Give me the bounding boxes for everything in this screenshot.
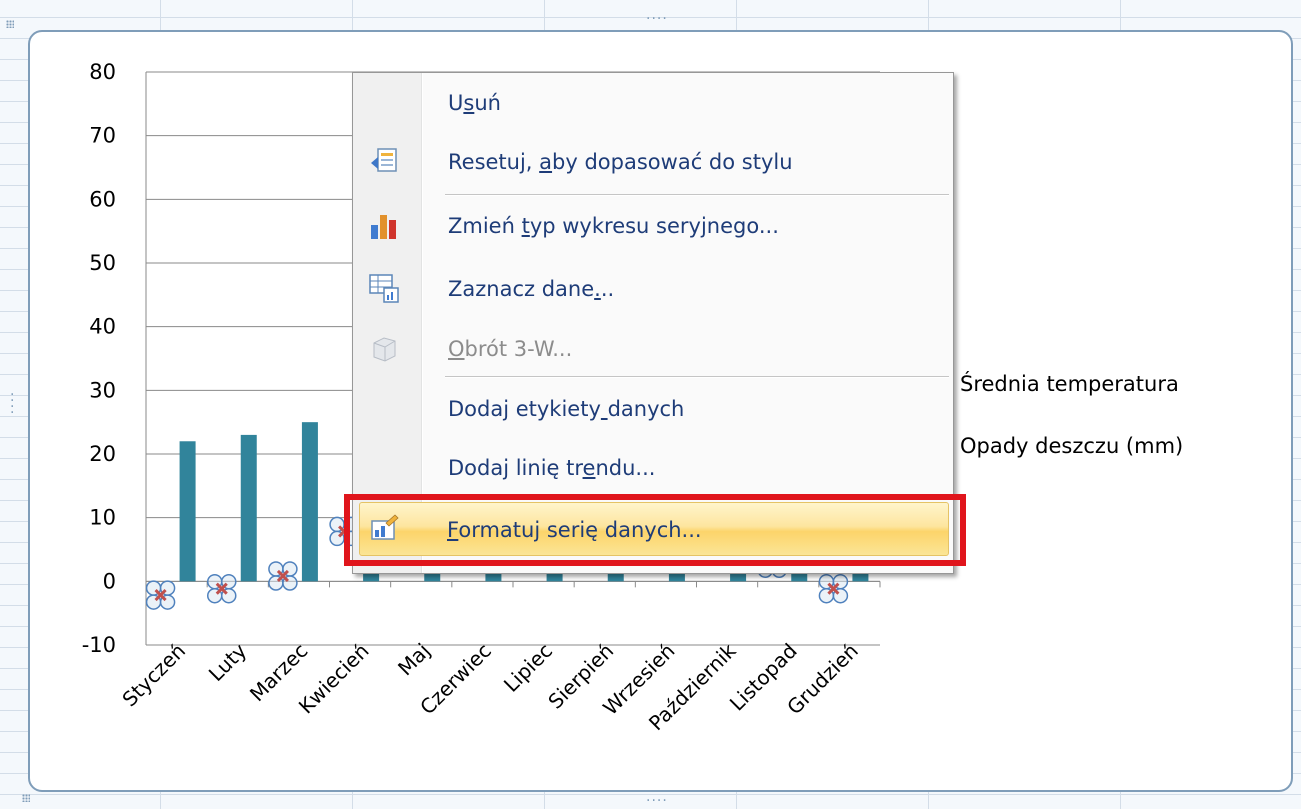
legend-label-temperature: Średnia temperatura	[960, 372, 1179, 396]
bar	[301, 422, 318, 582]
x-tick-label: Styczeń	[117, 639, 190, 712]
menu-item-label: Obrót 3-W...	[448, 337, 573, 361]
bar	[240, 434, 257, 582]
chart-type-icon	[371, 215, 396, 239]
y-tick-label: 80	[89, 60, 116, 84]
temperature-point	[215, 582, 228, 595]
menu-item-label: Zaznacz dane...	[448, 277, 615, 301]
y-tick-label: 70	[89, 124, 116, 148]
temperature-point	[827, 582, 840, 595]
y-tick-label: 50	[89, 251, 116, 275]
x-tick-label: Lipiec	[499, 639, 557, 697]
y-tick-label: 0	[103, 569, 116, 593]
menu-item-label: Zmień typ wykresu seryjnego...	[448, 214, 779, 238]
reset-style-icon	[371, 148, 397, 172]
temperature-point	[276, 569, 289, 583]
y-tick-label: 10	[89, 506, 116, 530]
3d-rotation-icon	[373, 337, 396, 362]
x-tick-label: Luty	[204, 638, 252, 686]
menu-separator	[445, 376, 949, 378]
menu-item-label: Dodaj etykiety danych	[448, 397, 685, 421]
menu-item-label: Usuń	[448, 91, 501, 115]
select-data-icon	[369, 274, 399, 303]
bar	[179, 441, 196, 582]
y-tick-label: 20	[89, 442, 116, 466]
y-tick-label: -10	[82, 633, 116, 657]
menu-item-delete[interactable]: Usuń	[354, 76, 952, 130]
menu-separator	[445, 194, 949, 196]
highlight-annotation	[344, 494, 966, 566]
menu-item-label: Resetuj, aby dopasować do stylu	[448, 150, 793, 174]
temperature-point	[154, 589, 167, 602]
y-tick-label: 40	[89, 315, 116, 339]
legend-entry-temperature[interactable]: Średnia temperatura	[950, 372, 1179, 396]
y-tick-label: 30	[89, 378, 116, 402]
menu-item-reset-style[interactable]: Resetuj, aby dopasować do stylu	[354, 135, 952, 189]
legend-label-rainfall: Opady deszczu (mm)	[960, 434, 1184, 458]
legend-entry-rainfall[interactable]: Opady deszczu (mm)	[950, 434, 1183, 458]
y-tick-label: 60	[89, 187, 116, 211]
menu-item-add-data-labels[interactable]: Dodaj etykiety danych	[354, 382, 952, 436]
menu-item-3d-rotation: Obrót 3-W...	[354, 322, 952, 376]
menu-item-label: Dodaj linię trendu...	[448, 456, 656, 480]
menu-item-add-trendline[interactable]: Dodaj linię trendu...	[354, 441, 952, 495]
menu-item-select-data[interactable]: Zaznacz dane...	[354, 262, 952, 316]
menu-item-change-chart-type[interactable]: Zmień typ wykresu seryjnego...	[354, 199, 952, 253]
